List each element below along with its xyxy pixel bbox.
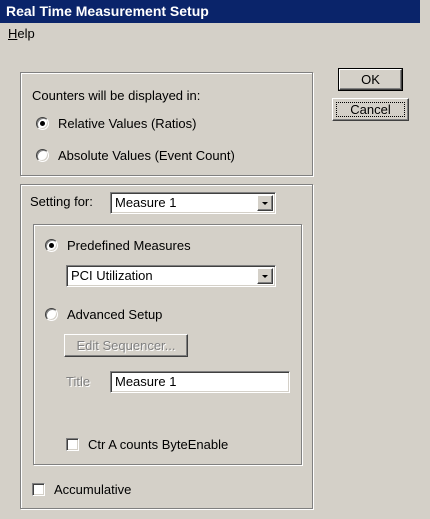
radio-predefined-measures[interactable]: Predefined Measures (41, 237, 241, 255)
menu-help[interactable]: Help (8, 26, 35, 41)
edit-sequencer-label: Edit Sequencer... (76, 338, 176, 353)
checkbox-icon (32, 483, 45, 496)
radio-relative-label: Relative Values (Ratios) (58, 116, 197, 131)
ok-button-label: OK (361, 72, 380, 87)
setting-for-value: Measure 1 (115, 195, 177, 210)
setting-for-label: Setting for: (30, 194, 93, 209)
cancel-button[interactable]: Cancel (332, 98, 409, 121)
radio-advanced-setup[interactable]: Advanced Setup (41, 306, 241, 324)
title-input[interactable]: Measure 1 (110, 371, 290, 393)
chevron-down-icon[interactable] (257, 195, 273, 211)
radio-relative-values[interactable]: Relative Values (Ratios) (32, 115, 282, 133)
accumulative-label: Accumulative (54, 482, 132, 497)
edit-sequencer-button[interactable]: Edit Sequencer... (64, 334, 188, 357)
radio-button-icon (36, 117, 49, 130)
title-bar: Real Time Measurement Setup (0, 0, 420, 23)
radio-button-icon (45, 308, 58, 321)
display-mode-heading: Counters will be displayed in: (32, 88, 201, 103)
predefined-measure-value: PCI Utilization (71, 268, 153, 283)
predefined-measure-combo[interactable]: PCI Utilization (66, 265, 276, 287)
ctr-a-byteenable-checkbox[interactable]: Ctr A counts ByteEnable (62, 436, 272, 454)
menu-bar: Help (0, 24, 420, 44)
radio-button-icon (36, 149, 49, 162)
setting-for-combo[interactable]: Measure 1 (110, 192, 276, 214)
window-title: Real Time Measurement Setup (6, 3, 209, 19)
radio-absolute-label: Absolute Values (Event Count) (58, 148, 235, 163)
radio-advanced-label: Advanced Setup (67, 307, 163, 322)
radio-absolute-values[interactable]: Absolute Values (Event Count) (32, 147, 292, 165)
ctr-a-byteenable-label: Ctr A counts ByteEnable (88, 437, 229, 452)
title-input-value: Measure 1 (115, 374, 177, 389)
radio-predefined-label: Predefined Measures (67, 238, 191, 253)
cancel-button-label: Cancel (350, 102, 391, 117)
title-label: Title (66, 374, 91, 389)
radio-button-icon (45, 239, 58, 252)
chevron-down-icon[interactable] (257, 268, 273, 284)
menu-help-label: elp (17, 26, 35, 41)
ok-button[interactable]: OK (338, 68, 403, 91)
checkbox-icon (66, 438, 79, 451)
accumulative-checkbox[interactable]: Accumulative (28, 481, 188, 499)
menu-help-mnemonic: H (8, 26, 18, 41)
